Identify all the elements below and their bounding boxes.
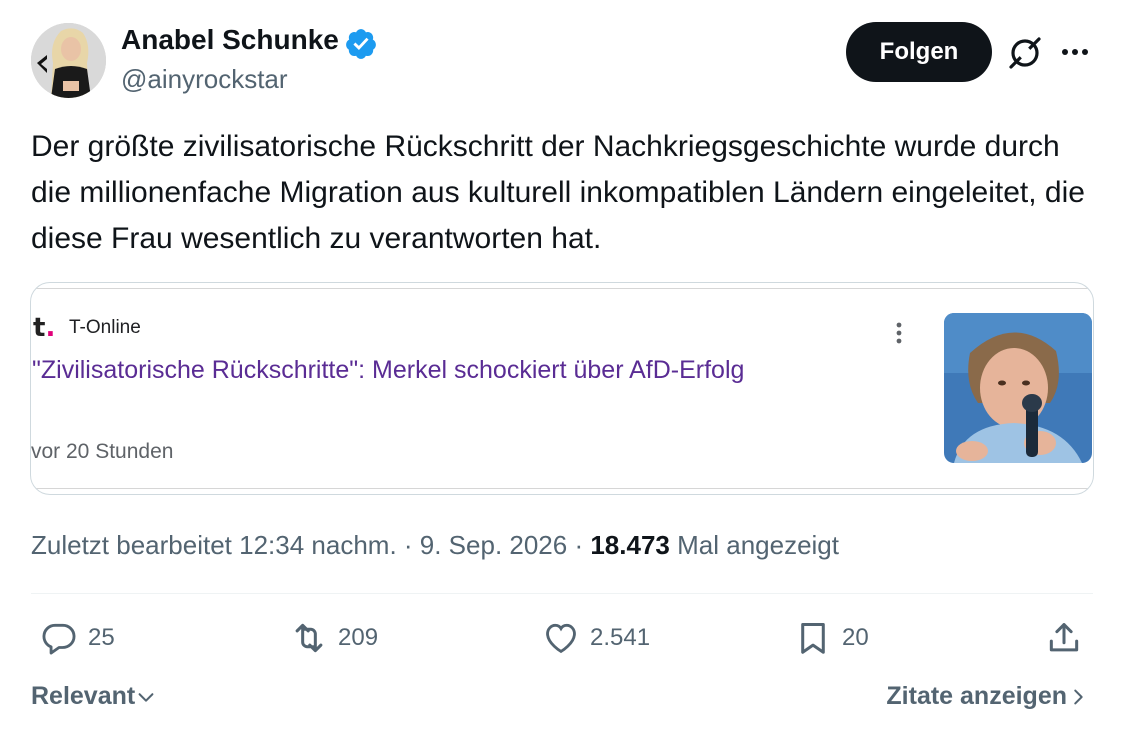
repost-count: 209 — [338, 624, 379, 651]
kebab-menu-icon — [896, 322, 902, 344]
quotes-label: Zitate anzeigen — [886, 682, 1067, 710]
heart-icon — [546, 623, 576, 654]
bookmark-icon — [801, 623, 825, 654]
chevron-right-icon — [1074, 689, 1083, 704]
view-count: 18.473 — [590, 530, 670, 560]
author-name[interactable]: Anabel Schunke — [121, 24, 339, 56]
article-headline: "Zivilisatorische Rückschritte": Merkel … — [32, 356, 745, 384]
article-age: vor 20 Stunden — [31, 440, 174, 463]
view-quotes-link[interactable]: Zitate anzeigen — [886, 682, 1089, 711]
repost-button[interactable]: 209 — [290, 618, 378, 658]
like-count: 2.541 — [590, 624, 651, 651]
reply-icon — [42, 623, 76, 655]
article-thumbnail — [944, 313, 1092, 463]
share-icon — [1049, 623, 1079, 652]
views-label: Mal angezeigt — [677, 530, 839, 560]
card-divider-top — [31, 288, 1093, 289]
bookmark-button[interactable]: 20 — [794, 618, 869, 658]
chevron-down-icon — [138, 692, 154, 702]
edited-timestamp[interactable]: Zuletzt bearbeitet 12:34 nachm. · 9. Sep… — [31, 530, 590, 560]
share-button[interactable] — [1045, 618, 1083, 658]
reply-button[interactable]: 25 — [40, 618, 115, 658]
more-icon[interactable] — [1058, 37, 1092, 67]
embedded-image-card[interactable]: t. T-Online "Zivilisatorische Rückschrit… — [30, 282, 1094, 495]
follow-button[interactable]: Folgen — [846, 22, 992, 82]
card-divider-bottom — [31, 488, 1093, 489]
repost-icon — [295, 623, 323, 653]
divider — [31, 593, 1093, 594]
grok-icon[interactable] — [1005, 33, 1045, 73]
tweet-meta: Zuletzt bearbeitet 12:34 nachm. · 9. Sep… — [31, 530, 839, 561]
source-name: T-Online — [69, 317, 141, 338]
like-button[interactable]: 2.541 — [542, 618, 650, 658]
source-logo: t. — [33, 313, 56, 343]
verified-badge-icon — [346, 29, 376, 59]
tweet-text: Der größte zivilisatorische Rückschritt … — [31, 130, 1085, 255]
bookmark-count: 20 — [842, 624, 869, 651]
author-handle[interactable]: @ainyrockstar — [121, 64, 288, 95]
avatar-image — [31, 23, 106, 98]
sort-replies-dropdown[interactable]: Relevant — [31, 682, 157, 711]
avatar[interactable] — [31, 23, 106, 98]
sort-label: Relevant — [31, 682, 136, 710]
reply-count: 25 — [88, 624, 115, 651]
